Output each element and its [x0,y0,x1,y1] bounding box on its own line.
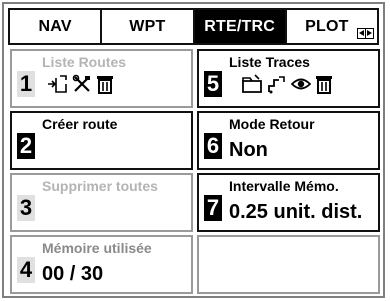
menu-item-memoire-utilisee: 4 Mémoire utilisée 00 / 30 [10,235,193,294]
track-edit-icon [267,74,287,94]
tab-nav[interactable]: NAV [10,10,103,43]
eye-icon [291,74,311,94]
menu-item-label: Mémoire utilisée [42,240,152,256]
menu-item-number: 6 [204,133,222,159]
tab-plot[interactable]: PLOT [286,10,377,43]
menu-item-label: Supprimer toutes [42,178,158,194]
menu-item-number: 1 [17,71,35,97]
tab-rte-trc[interactable]: RTE/TRC [194,10,287,43]
menu-item-empty [197,235,380,294]
menu-item-label: Créer route [42,116,118,132]
menu-item-number: 4 [17,257,35,283]
tab-plot-label: PLOT [305,17,349,35]
tools-icon [72,74,92,94]
tab-scroll-arrows[interactable] [357,28,374,39]
menu-item-label: Mode Retour [229,116,315,132]
trash-icon [315,74,333,94]
menu-item-value: 0.25 unit. dist. [229,201,363,223]
menu-item-value: 00 / 30 [42,263,104,285]
tab-rte-trc-label: RTE/TRC [204,17,275,35]
tab-bar: NAV WPT RTE/TRC PLOT [8,8,379,45]
tab-nav-label: NAV [38,17,72,35]
menu-item-number: 5 [204,71,222,97]
tab-wpt[interactable]: WPT [102,10,195,43]
menu-item-creer-route[interactable]: 2 Créer route [10,111,193,170]
menu-item-label: Liste Traces [229,54,310,70]
menu-item-value: Non [229,139,268,161]
menu-item-label: Liste Routes [42,54,127,70]
menu-item-supprimer-toutes[interactable]: 3 Supprimer toutes [10,173,193,232]
menu-item-label: Intervalle Mémo. [229,178,339,194]
track-action-icons [241,74,333,94]
menu-item-number: 2 [17,133,35,159]
menu-item-liste-routes[interactable]: 1 Liste Routes [10,49,193,108]
tab-wpt-label: WPT [129,17,166,35]
menu-item-mode-retour[interactable]: 6 Mode Retour Non [197,111,380,170]
tab-scroll-right-icon[interactable] [365,29,373,38]
trash-icon [96,74,114,94]
menu-grid: 1 Liste Routes 5 Liste Traces 2 Créer ro… [10,49,380,295]
menu-item-number: 3 [17,195,35,221]
menu-item-liste-traces[interactable]: 5 Liste Traces [197,49,380,108]
folder-icon [241,74,263,94]
edit-route-icon [46,74,68,94]
rte-trc-menu-screen: NAV WPT RTE/TRC PLOT 1 Liste Routes 5 Li… [2,2,385,298]
menu-item-number: 7 [204,195,222,221]
tab-scroll-left-icon[interactable] [358,29,365,38]
menu-item-intervalle-memo[interactable]: 7 Intervalle Mémo. 0.25 unit. dist. [197,173,380,232]
route-action-icons [46,74,114,94]
